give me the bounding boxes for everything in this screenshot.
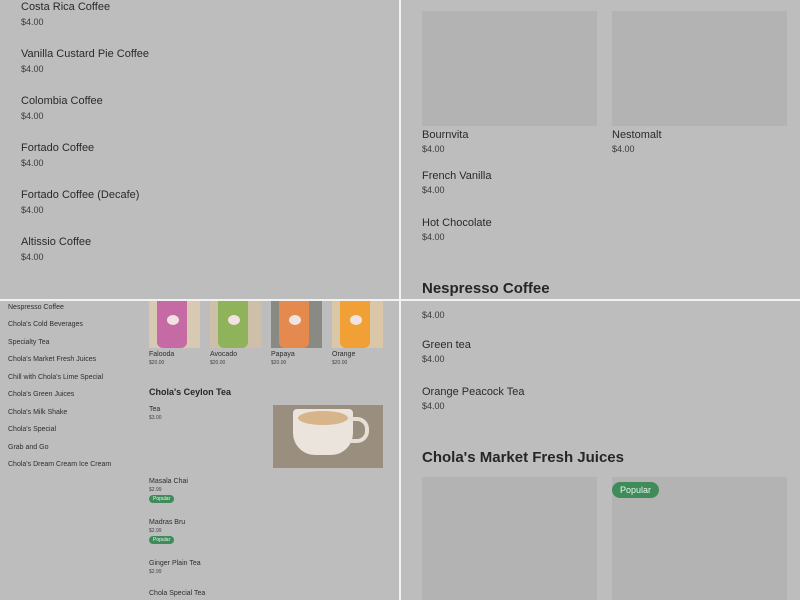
category-nav-item[interactable]: Specialty Tea [8, 339, 50, 346]
item-name: Vanilla Custard Pie Coffee [21, 48, 149, 60]
category-nav-item[interactable]: Chola's Green Juices [8, 391, 74, 398]
menu-item[interactable]: Chola Special Tea [149, 590, 205, 597]
juice-image[interactable] [210, 301, 261, 348]
category-nav-item[interactable]: Nespresso Coffee [8, 304, 64, 311]
brand-logo-icon [289, 315, 301, 325]
juice-caption[interactable]: Avocado $20.00 [210, 351, 237, 366]
item-price: $4.00 [422, 144, 445, 154]
category-nav-item[interactable]: Chola's Cold Beverages [8, 321, 83, 328]
item-name: Tea [149, 406, 161, 413]
cup-handle [349, 417, 369, 443]
menu-item[interactable]: Tea $3.00 [149, 406, 162, 421]
item-name: Bournvita [422, 129, 469, 141]
item-name: Hot Chocolate [422, 217, 492, 229]
juice-caption[interactable]: Papaya $20.00 [271, 351, 295, 366]
item-price: $20.00 [271, 360, 287, 366]
juice-image[interactable] [332, 301, 383, 348]
horizontal-divider [0, 299, 800, 301]
item-price: $2.99 [149, 569, 162, 575]
menu-item[interactable]: Orange Peacock Tea $4.00 [422, 386, 525, 411]
item-name: Colombia Coffee [21, 95, 103, 107]
juice-image[interactable] [149, 301, 200, 348]
coffee-list-panel: Costa Rica Coffee $4.00 Vanilla Custard … [0, 0, 399, 299]
item-name: Masala Chai [149, 478, 188, 485]
item-name: Falooda [149, 351, 175, 358]
item-price: $4.00 [612, 144, 635, 154]
section-title: Chola's Ceylon Tea [149, 387, 231, 397]
menu-item[interactable]: Madras Bru $2.99 Popular [149, 519, 185, 544]
popular-badge: Popular [612, 482, 660, 498]
brand-logo-icon [167, 315, 179, 325]
item-price: $4.00 [422, 310, 445, 320]
category-nav-item[interactable]: Chola's Dream Cream Ice Cream [8, 461, 111, 468]
item-name: Chola Special Tea [149, 590, 206, 597]
item-price: $4.00 [21, 205, 44, 215]
item-price: $2.99 [149, 528, 162, 534]
item-price: $20.00 [149, 360, 165, 366]
item-image-placeholder[interactable] [422, 11, 597, 126]
item-price: $4.00 [422, 401, 445, 411]
tea-liquid [298, 411, 348, 425]
category-nav-item[interactable]: Grab and Go [8, 444, 48, 451]
menu-item[interactable]: Fortado Coffee $4.00 [21, 141, 94, 169]
item-price: $4.00 [21, 252, 44, 262]
brand-logo-icon [228, 315, 240, 325]
item-price: $4.00 [21, 158, 44, 168]
item-price: $4.00 [422, 185, 445, 195]
category-nav-item[interactable]: Chola's Market Fresh Juices [8, 356, 96, 363]
item-price: $4.00 [21, 17, 44, 27]
item-name: Fortado Coffee (Decafe) [21, 189, 140, 201]
popular-badge: Popular [149, 536, 175, 544]
popular-badge: Popular [149, 495, 175, 503]
juice-caption[interactable]: Orange $20.00 [332, 351, 355, 366]
item-name: Costa Rica Coffee [21, 1, 111, 13]
menu-item[interactable]: Costa Rica Coffee $4.00 [21, 0, 110, 28]
menu-item[interactable]: $4.00 [422, 307, 445, 320]
tea-and-juice-panel: $4.00 Green tea $4.00 Orange Peacock Tea… [401, 301, 800, 600]
menu-item[interactable]: Colombia Coffee $4.00 [21, 94, 103, 122]
menu-item[interactable]: Fortado Coffee (Decafe) $4.00 [21, 188, 139, 216]
item-name: Papaya [271, 351, 295, 358]
item-name: Altissio Coffee [21, 236, 92, 248]
tea-image[interactable] [273, 405, 383, 468]
item-price: $3.00 [149, 415, 162, 421]
category-nav-item[interactable]: Chill with Chola's Lime Special [8, 374, 103, 381]
section-title: Nespresso Coffee [422, 280, 550, 297]
menu-item[interactable]: French Vanilla $4.00 [422, 170, 492, 195]
category-nav-item[interactable]: Chola's Special [8, 426, 56, 433]
menu-item[interactable]: Altissio Coffee $4.00 [21, 235, 91, 263]
item-name: Avocado [210, 351, 238, 358]
section-title: Chola's Market Fresh Juices [422, 449, 624, 466]
menu-card[interactable]: Bournvita $4.00 [422, 129, 468, 154]
item-name: Nestomalt [612, 129, 662, 141]
item-price: $4.00 [422, 354, 445, 364]
item-price: $20.00 [210, 360, 226, 366]
item-name: Orange [332, 351, 356, 358]
item-name: Ginger Plain Tea [149, 560, 201, 567]
item-name: Orange Peacock Tea [422, 386, 525, 398]
item-name: Green tea [422, 339, 471, 351]
item-price: $4.00 [422, 232, 445, 242]
juice-caption[interactable]: Falooda $20.00 [149, 351, 174, 366]
menu-item[interactable]: Vanilla Custard Pie Coffee $4.00 [21, 47, 149, 75]
category-nav-item[interactable]: Chola's Milk Shake [8, 409, 67, 416]
category-menu-panel: Nespresso Coffee Chola's Cold Beverages … [0, 301, 399, 600]
drinks-grid-panel: Bournvita $4.00 Nestomalt $4.00 French V… [401, 0, 800, 299]
item-name: French Vanilla [422, 170, 492, 182]
item-price: $2.99 [149, 487, 162, 493]
menu-card[interactable]: Nestomalt $4.00 [612, 129, 662, 154]
menu-item[interactable]: Hot Chocolate $4.00 [422, 217, 492, 242]
brand-logo-icon [350, 315, 362, 325]
item-name: Fortado Coffee [21, 142, 95, 154]
item-image-placeholder[interactable] [422, 477, 597, 600]
menu-item[interactable]: Ginger Plain Tea $2.99 [149, 560, 201, 575]
item-price: $4.00 [21, 64, 44, 74]
item-image-placeholder[interactable] [612, 11, 787, 126]
menu-item[interactable]: Green tea $4.00 [422, 339, 471, 364]
item-price: $4.00 [21, 111, 44, 121]
juice-image[interactable] [271, 301, 322, 348]
item-price: $20.00 [332, 360, 348, 366]
menu-item[interactable]: Masala Chai $2.99 Popular [149, 478, 188, 503]
item-name: Madras Bru [149, 519, 186, 526]
